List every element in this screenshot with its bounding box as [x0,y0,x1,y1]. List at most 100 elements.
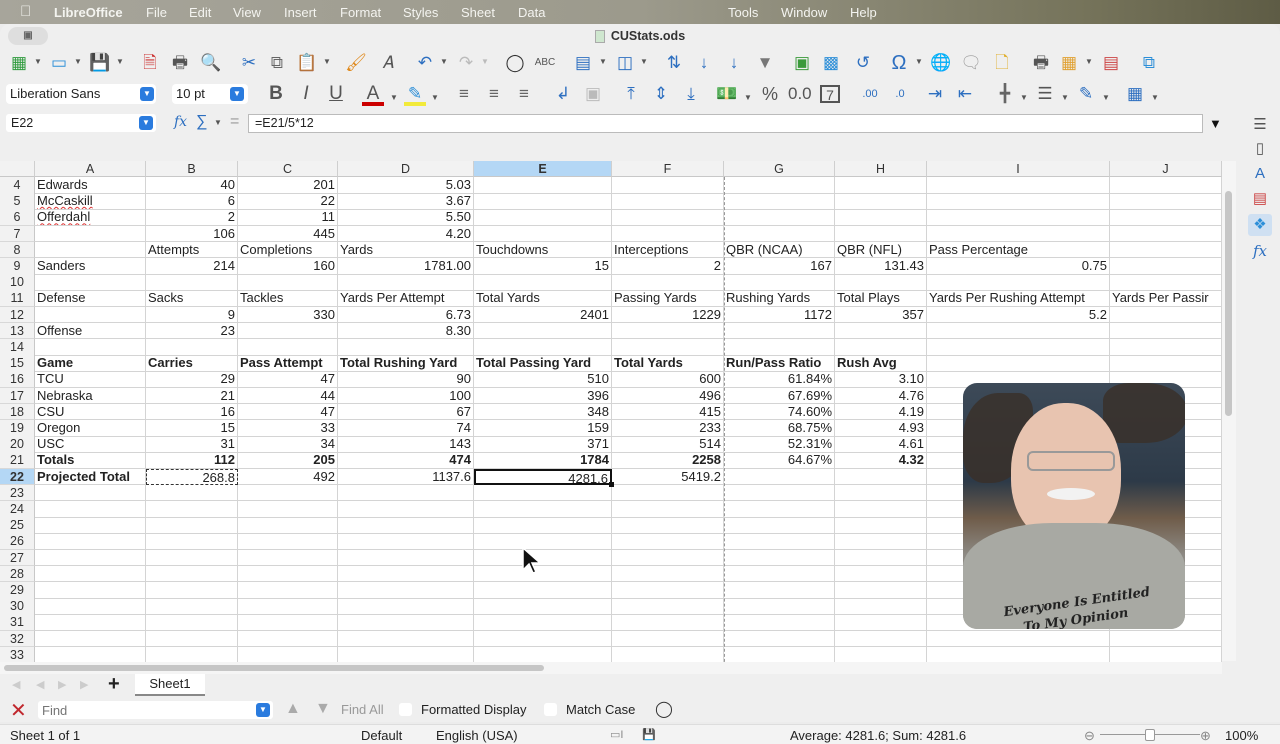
cell-h32[interactable] [835,630,927,648]
page-style[interactable]: Default [361,728,402,743]
cell-e30[interactable] [474,598,612,615]
find-next-icon[interactable]: ▼ [315,700,331,718]
styles-icon[interactable]: A [1248,163,1272,185]
cell-b8[interactable]: Attempts [146,241,238,259]
sidebar-menu-icon[interactable]: ☰ [1248,114,1272,136]
cell-h10[interactable] [835,274,927,291]
cell-b26[interactable] [146,533,238,551]
cell-g13[interactable] [724,322,835,340]
cell-f8[interactable]: Interceptions [612,241,724,259]
cell-g16[interactable]: 61.84% [724,371,835,389]
cell-f12[interactable]: 1229 [612,306,724,324]
spelling-icon[interactable]: ABC [534,53,556,75]
cell-a15[interactable]: Game [35,355,146,372]
menu-styles[interactable]: Styles [403,5,438,20]
cell-i15[interactable] [927,355,1110,372]
find-replace-icon[interactable]: ◯ [655,699,673,719]
horizontal-scrollbar[interactable] [0,662,1222,674]
cell-c31[interactable] [238,614,338,632]
print-range-icon[interactable]: 🖶 [1030,53,1052,75]
cell-j13[interactable] [1110,322,1222,340]
cell-j32[interactable] [1110,630,1222,648]
copy-icon[interactable]: ⧉ [266,53,288,75]
cell-a24[interactable] [35,501,146,518]
cell-h6[interactable] [835,209,927,227]
cell-d17[interactable]: 100 [338,387,474,405]
special-character-icon[interactable]: Ω [888,53,910,75]
cell-c14[interactable] [238,339,338,356]
cell-c25[interactable] [238,517,338,534]
cell-a6[interactable]: Offerdahl [35,209,146,227]
match-case-checkbox[interactable] [544,703,557,716]
cell-e6[interactable] [474,209,612,227]
export-pdf-icon[interactable]: 🗎 [139,53,161,75]
cell-d21[interactable]: 474 [338,452,474,470]
align-center-icon[interactable]: ≡ [483,84,505,106]
font-name-select[interactable]: Liberation Sans ▼ [6,84,156,104]
cell-a8[interactable] [35,241,146,259]
chevron-down-icon[interactable]: ▼ [34,57,42,66]
cell-c12[interactable]: 330 [238,306,338,324]
cell-j14[interactable] [1110,339,1222,356]
add-decimal-icon[interactable]: .00 [859,84,881,106]
cell-e9[interactable]: 15 [474,258,612,275]
sidebar-toggle-button[interactable]: ▣ [8,27,48,45]
cell-d7[interactable]: 4.20 [338,225,474,243]
cell-a13[interactable]: Offense [35,322,146,340]
cell-a27[interactable] [35,549,146,567]
sort-icon[interactable]: ⇅ [663,53,685,75]
cell-h5[interactable] [835,193,927,210]
cell-e32[interactable] [474,630,612,648]
row-header-12[interactable]: 12 [0,306,35,324]
row-header-8[interactable]: 8 [0,241,35,259]
cell-h25[interactable] [835,517,927,534]
function-wizard-icon[interactable]: fx [174,114,187,130]
cell-e33[interactable] [474,646,612,662]
cell-a26[interactable] [35,533,146,551]
cell-c11[interactable]: Tackles [238,290,338,308]
fill-handle[interactable] [609,481,614,487]
cell-h29[interactable] [835,582,927,599]
cell-d8[interactable]: Yards [338,241,474,259]
row-header-27[interactable]: 27 [0,549,35,567]
row-header-21[interactable]: 21 [0,452,35,470]
cell-d10[interactable] [338,274,474,291]
functions-icon[interactable]: fx [1248,240,1272,262]
cell-a19[interactable]: Oregon [35,420,146,437]
insert-image-icon[interactable]: ▣ [791,53,813,75]
cell-b21[interactable]: 112 [146,452,238,470]
cell-f22[interactable]: 5419.2 [612,468,724,486]
cell-f26[interactable] [612,533,724,551]
cell-a17[interactable]: Nebraska [35,387,146,405]
cell-b29[interactable] [146,582,238,599]
chevron-down-icon[interactable]: ▼ [481,57,489,66]
cell-g27[interactable] [724,549,835,567]
cell-h30[interactable] [835,598,927,615]
cell-b28[interactable] [146,565,238,583]
cell-a12[interactable] [35,306,146,324]
cell-c16[interactable]: 47 [238,371,338,389]
cell-a9[interactable]: Sanders [35,258,146,275]
cell-f7[interactable] [612,225,724,243]
cell-g19[interactable]: 68.75% [724,420,835,437]
chevron-down-icon[interactable]: ▼ [323,57,331,66]
cell-c4[interactable]: 201 [238,177,338,194]
cell-b24[interactable] [146,501,238,518]
chevron-down-icon[interactable]: ▼ [915,57,923,66]
chevron-down-icon[interactable]: ▼ [1020,93,1028,102]
cell-g25[interactable] [724,517,835,534]
cell-c22[interactable]: 492 [238,468,338,486]
cell-d11[interactable]: Yards Per Attempt [338,290,474,308]
sort-descending-icon[interactable]: ↓ [723,53,745,75]
column-header-h[interactable]: H [835,161,927,177]
cell-j33[interactable] [1110,646,1222,662]
cell-c28[interactable] [238,565,338,583]
cell-g10[interactable] [724,274,835,291]
row-header-16[interactable]: 16 [0,371,35,389]
cell-f4[interactable] [612,177,724,194]
date-format-icon[interactable]: 7 [820,85,840,103]
cell-c24[interactable] [238,501,338,518]
cell-i14[interactable] [927,339,1110,356]
cell-j7[interactable] [1110,225,1222,243]
vertical-scrollbar[interactable] [1222,161,1236,661]
